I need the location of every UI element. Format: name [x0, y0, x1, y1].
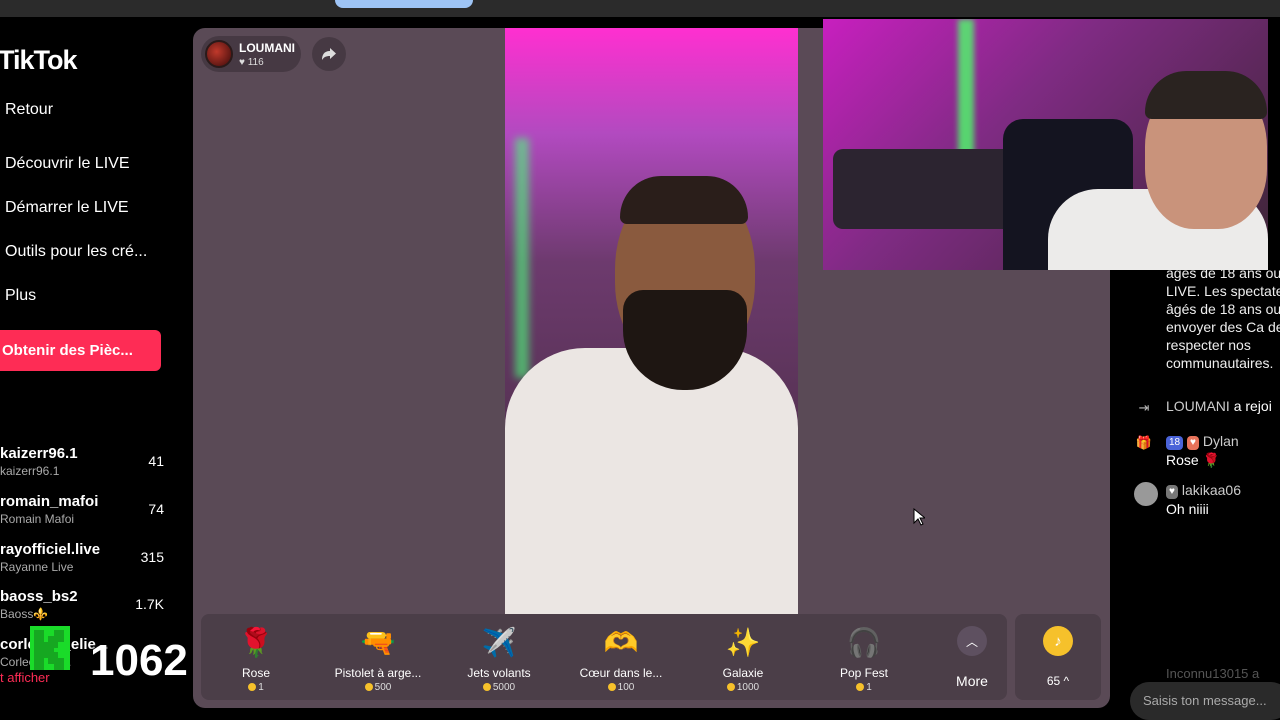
jet-icon: ✈️: [481, 626, 517, 658]
account-handle: romain_mafoi: [0, 493, 99, 510]
viewer-count: 315: [140, 549, 164, 565]
gift-price: 1000: [688, 682, 798, 693]
gift-bar: 🌹 Rose 1 🔫 Pistolet à arge... 500 ✈️ Jet…: [201, 614, 1007, 700]
nav-creator-tools[interactable]: Outils pour les cré...: [5, 243, 147, 261]
follower-counter-overlay: 1062: [90, 636, 188, 685]
heart-hands-icon: 🫶: [603, 626, 639, 658]
chat-panel: âgés de 18 ans ou LIVE. Les spectate âgé…: [1122, 270, 1280, 720]
followed-account[interactable]: baoss_bs2 Baoss⚜️ 1.7K: [0, 588, 180, 632]
viewer-count: 41: [148, 453, 164, 469]
host-info[interactable]: LOUMANI ♥ 116: [201, 36, 301, 72]
gift-item[interactable]: ✈️ Jets volants 5000: [444, 614, 554, 700]
pop-fest-icon: 🎧: [846, 626, 882, 658]
join-icon: ⇥: [1138, 400, 1150, 415]
coin-icon: [856, 683, 865, 691]
likes-count: 116: [247, 57, 264, 68]
galaxy-icon: ✨: [725, 626, 761, 658]
viewer-count: 1.7K: [135, 596, 164, 612]
account-handle: kaizerr96.1: [0, 445, 78, 462]
account-name: Rayanne Live: [0, 560, 74, 574]
coin-icon: [482, 683, 491, 691]
coin-icon: [726, 683, 735, 691]
gift-item[interactable]: ✨ Galaxie 1000: [688, 614, 798, 700]
mouse-cursor-icon: [913, 508, 925, 526]
gift-name: Pop Fest: [839, 666, 889, 680]
share-icon: [322, 48, 336, 60]
chevron-up-icon: ^: [1063, 674, 1070, 688]
gift-item[interactable]: 🔫 Pistolet à arge... 500: [323, 614, 433, 700]
coin-icon: ♪: [1043, 626, 1073, 656]
coin-icon: [248, 683, 257, 691]
fan-badge: ♥: [1187, 436, 1199, 450]
level-badge: 18: [1166, 436, 1184, 450]
followed-account[interactable]: rayofficiel.live Rayanne Live 315: [0, 541, 180, 585]
nav-back[interactable]: Retour: [5, 101, 53, 119]
chevron-up-icon: ︿: [957, 626, 987, 656]
live-video[interactable]: [505, 28, 798, 614]
money-gun-icon: 🔫: [360, 626, 396, 658]
gift-name: Rose: [241, 666, 270, 680]
gift-price: 500: [323, 682, 433, 693]
account-handle: rayofficiel.live: [0, 541, 101, 558]
gift-name: Pistolet à arge...: [334, 666, 422, 680]
gift-item[interactable]: 🎧 Pop Fest 1: [809, 614, 919, 700]
gift-icon: 🎁: [1135, 435, 1153, 450]
coin-icon: [364, 683, 373, 691]
user-avatar[interactable]: [1134, 482, 1158, 506]
host-likes: ♥ 116: [239, 57, 264, 68]
get-coins-button[interactable]: Obtenir des Pièc...: [0, 330, 161, 371]
tiktok-logo[interactable]: TikTok: [0, 45, 78, 76]
share-button[interactable]: [312, 37, 346, 71]
followed-account[interactable]: kaizerr96.1 kaizerr96.1 41: [0, 445, 180, 489]
nav-discover-live[interactable]: Découvrir le LIVE: [5, 155, 130, 173]
browser-tab-indicator[interactable]: [335, 0, 473, 8]
rose-icon: 🌹: [238, 626, 274, 658]
gift-name: Cœur dans le...: [579, 666, 663, 680]
kick-logo: [30, 626, 70, 670]
faded-message: Inconnu13015 a: [1166, 666, 1260, 681]
coin-icon: [607, 683, 616, 691]
gift-item[interactable]: 🫶 Cœur dans le... 100: [566, 614, 676, 700]
webcam-overlay: [823, 19, 1268, 270]
account-handle: baoss_bs2: [0, 588, 78, 605]
show-more-link[interactable]: t afficher: [0, 670, 50, 685]
chat-input[interactable]: Saisis ton message...: [1130, 682, 1280, 720]
gift-item[interactable]: 🌹 Rose 1: [201, 614, 311, 700]
host-name: LOUMANI: [239, 41, 295, 55]
account-name: kaizerr96.1: [0, 464, 60, 478]
account-name: Romain Mafoi: [0, 512, 75, 526]
gift-price: 100: [566, 682, 676, 693]
more-gifts-button[interactable]: ︿ More: [937, 614, 1007, 700]
gift-name: Galaxie: [722, 666, 764, 680]
coin-balance-button[interactable]: ♪ 65 ^: [1015, 614, 1101, 700]
streamer-body: [505, 348, 798, 614]
host-avatar[interactable]: [205, 40, 233, 68]
gift-price: 1: [809, 682, 919, 693]
more-label: More: [956, 673, 988, 689]
nav-start-live[interactable]: Démarrer le LIVE: [5, 199, 129, 217]
sidebar: TikTok Retour Découvrir le LIVE Démarrer…: [0, 17, 192, 720]
followed-account[interactable]: romain_mafoi Romain Mafoi 74: [0, 493, 180, 537]
coin-balance: 65 ^: [1046, 674, 1070, 688]
nav-more[interactable]: Plus: [5, 287, 36, 305]
live-rules-text: âgés de 18 ans ou LIVE. Les spectate âgé…: [1166, 270, 1280, 371]
heart-icon: ♥: [239, 57, 245, 68]
account-name: Baoss⚜️: [0, 607, 49, 621]
viewer-count: 74: [148, 501, 164, 517]
member-badge: ♥: [1166, 485, 1178, 499]
gift-price: 5000: [444, 682, 554, 693]
gift-price: 1: [201, 682, 311, 693]
gift-name: Jets volants: [467, 666, 531, 680]
browser-top-bar: [0, 0, 1280, 17]
